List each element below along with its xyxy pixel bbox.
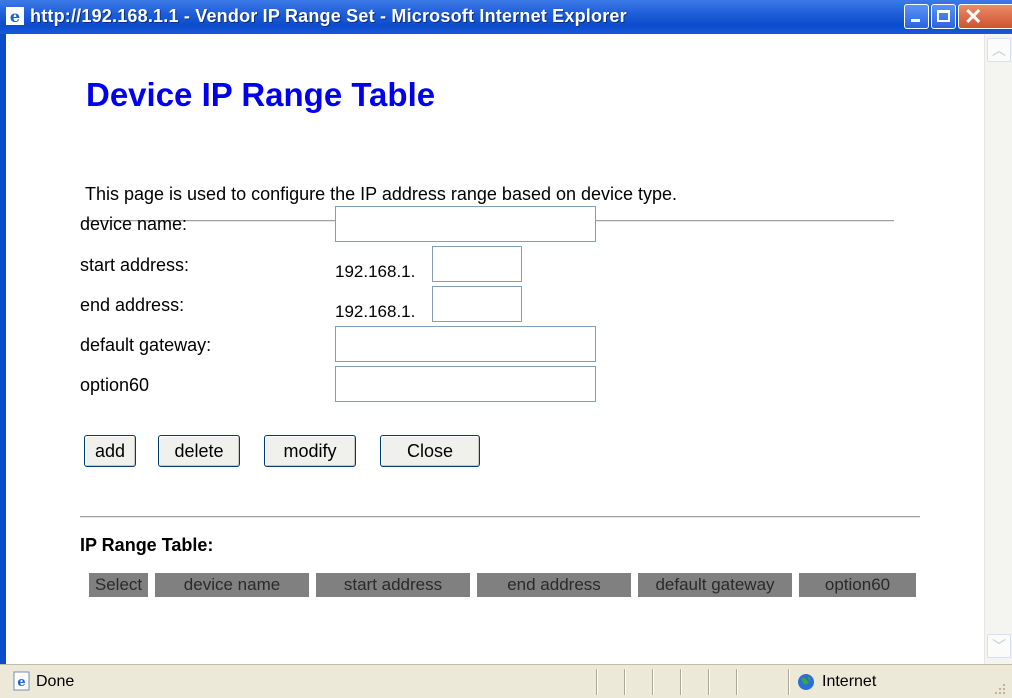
start-address-input[interactable] [432,246,522,282]
maximize-icon [937,10,950,22]
modify-button[interactable]: modify [264,435,356,467]
status-separator [596,669,598,695]
column-header-device-name: device name [155,573,309,597]
minimize-button[interactable] [904,4,929,29]
security-zone-label: Internet [822,673,877,690]
end-address-label: end address: [80,295,185,315]
device-name-input[interactable] [335,206,596,242]
close-button[interactable]: Close [380,435,480,467]
close-window-button[interactable]: ✕ [958,4,1012,29]
page-title: Device IP Range Table [86,76,436,113]
chevron-down-icon: ﹀ [992,638,1006,654]
minimize-icon [911,19,920,22]
column-header-start-address: start address [316,573,470,597]
scroll-up-button[interactable]: ︿ [987,38,1011,62]
start-address-label: start address: [80,255,190,275]
status-bar: e Done Internet [0,664,1012,698]
status-separator [680,669,682,695]
ip-range-table-heading: IP Range Table: [80,535,214,555]
add-button[interactable]: add [84,435,136,467]
option60-label: option60 [80,375,150,395]
device-name-label: device name: [80,214,188,234]
option60-input[interactable] [335,366,596,402]
status-separator [736,669,738,695]
column-header-default-gateway: default gateway [638,573,792,597]
window-title: http://192.168.1.1 - Vendor IP Range Set… [30,6,627,26]
maximize-button[interactable] [931,4,956,29]
status-separator [788,669,790,695]
svg-text:e: e [17,675,25,690]
default-gateway-input[interactable] [335,326,596,362]
status-separator [652,669,654,695]
window-titlebar[interactable]: e http://192.168.1.1 - Vendor IP Range S… [0,0,1012,35]
close-icon: ✕ [964,4,983,29]
svg-text:e: e [10,7,20,25]
column-header-option60: option60 [799,573,916,597]
status-separator [708,669,710,695]
page-description: This page is used to configure the IP ad… [85,184,678,204]
start-address-prefix: 192.168.1. [335,262,416,281]
column-header-end-address: end address [477,573,631,597]
divider [80,516,920,518]
resize-grip-icon[interactable] [988,677,1008,697]
page-content: Device IP Range Table This page is used … [6,34,984,664]
column-header-select: Select [89,573,148,597]
delete-button[interactable]: delete [158,435,240,467]
status-separator [624,669,626,695]
end-address-prefix: 192.168.1. [335,302,416,321]
scroll-down-button[interactable]: ﹀ [987,634,1011,658]
status-text: Done [36,673,75,690]
default-gateway-label: default gateway: [80,335,212,355]
page-done-icon: e [13,671,30,691]
vertical-scrollbar[interactable]: ︿ ﹀ [984,34,1012,664]
internet-explorer-icon: e [6,7,24,25]
end-address-input[interactable] [432,286,522,322]
chevron-up-icon: ︿ [992,42,1006,58]
globe-icon [798,674,814,690]
